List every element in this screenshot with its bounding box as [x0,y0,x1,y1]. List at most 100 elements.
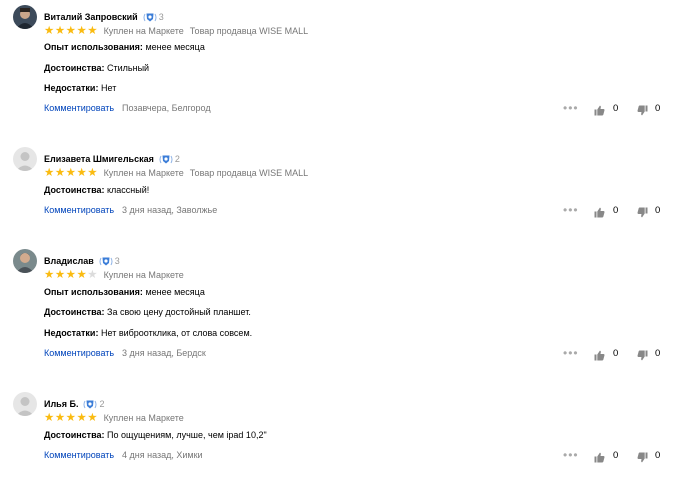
rating-stars: ★ ★ ★ ★ ★ [44,24,98,37]
purchase-source: Куплен на Маркете [103,26,184,36]
review-field: Достоинства: Стильный [44,63,149,73]
field-value: менее месяца [145,287,205,297]
review-field: Недостатки: Нет [44,83,116,93]
expert-badge-icon[interactable] [143,12,157,23]
review-date: 3 дня назад, Заволжье [122,205,218,215]
review-author: Илья Б. [44,399,79,409]
review-field: Недостатки: Нет виброотклика, от слова с… [44,328,252,338]
more-dots-icon[interactable]: ••• [563,102,579,114]
star-icon: ★ [54,166,66,179]
more-dots-icon[interactable]: ••• [563,347,579,359]
star-icon: ★ [87,24,98,37]
star-icon: ★ [44,411,55,424]
field-label: Недостатки: [44,328,99,338]
field-label: Достоинства: [44,63,105,73]
field-value: менее месяца [145,42,205,52]
comment-link[interactable]: Комментировать [44,103,114,113]
review-author: Владислав [44,256,94,266]
field-label: Недостатки: [44,83,99,93]
review-author: Виталий Запровский [44,12,138,22]
seller-info: Товар продавца WISE MALL [189,168,309,178]
thumb-up-icon[interactable] [594,450,605,468]
star-icon: ★ [76,166,87,179]
user-avatar[interactable] [13,5,37,29]
star-icon: ★ [65,166,76,179]
star-icon: ★ [76,411,87,424]
comment-link[interactable]: Комментировать [44,205,114,215]
expert-level: 2 [99,399,105,409]
comment-link[interactable]: Комментировать [44,450,114,460]
thumb-up-icon[interactable] [594,205,605,223]
more-dots-icon[interactable]: ••• [563,204,579,216]
review-date: Позавчера, Белгород [122,103,211,113]
dislike-count: 0 [655,205,661,216]
review-footer: Комментировать 3 дня назад, Заволжье •••… [0,204,680,218]
thumb-down-icon[interactable] [637,205,648,223]
field-value: За свою цену достойный планшет. [107,307,251,317]
star-icon: ★ [44,24,55,37]
review-field: Опыт использования: менее месяца [44,287,205,297]
expert-level: 2 [174,154,180,164]
review-date: 4 дня назад, Химки [122,450,203,460]
field-value: Стильный [107,63,150,73]
dislike-count: 0 [655,103,661,114]
star-icon: ★ [87,166,98,179]
field-label: Достоинства: [44,430,105,440]
field-label: Достоинства: [44,307,105,317]
review-date: 3 дня назад, Бердск [122,348,206,358]
thumb-down-icon[interactable] [637,450,648,468]
review-footer: Комментировать Позавчера, Белгород ••• 0… [0,102,680,116]
star-icon: ★ [65,411,76,424]
thumb-up-icon[interactable] [594,348,605,366]
expert-badge-icon[interactable] [99,256,113,267]
user-avatar[interactable] [13,249,37,273]
review-footer: Комментировать 4 дня назад, Химки ••• 0 … [0,449,680,463]
purchase-source: Куплен на Маркете [103,413,184,423]
review-field: Достоинства: За свою цену достойный план… [44,307,251,317]
field-label: Опыт использования: [44,287,143,297]
star-icon: ★ [54,411,66,424]
star-icon: ★ [44,268,55,281]
review-field: Достоинства: По ощущениям, лучше, чем ip… [44,430,267,440]
star-icon: ★ [54,24,66,37]
like-count: 0 [613,348,619,359]
thumb-up-icon[interactable] [594,103,605,121]
thumb-down-icon[interactable] [637,103,648,121]
like-count: 0 [613,103,619,114]
review-field: Опыт использования: менее месяца [44,42,205,52]
star-icon: ★ [87,411,98,424]
field-value: классный! [107,185,150,195]
thumb-down-icon[interactable] [637,348,648,366]
more-dots-icon[interactable]: ••• [563,449,579,461]
star-icon: ★ [65,268,76,281]
review-author: Елизавета Шмигельская [44,154,154,164]
comment-link[interactable]: Комментировать [44,348,114,358]
field-value: Нет виброотклика, от слова совсем. [100,328,253,338]
purchase-source: Куплен на Маркете [103,270,184,280]
seller-info: Товар продавца WISE MALL [189,26,309,36]
purchase-source: Куплен на Маркете [103,168,184,178]
star-icon: ★ [87,268,98,281]
expert-level: 3 [114,256,120,266]
star-icon: ★ [76,24,87,37]
expert-badge-icon[interactable] [83,399,97,410]
rating-stars: ★ ★ ★ ★ ★ [44,411,98,424]
star-icon: ★ [76,268,87,281]
field-label: Опыт использования: [44,42,143,52]
rating-stars: ★ ★ ★ ★ ★ [44,166,98,179]
dislike-count: 0 [655,450,661,461]
star-icon: ★ [54,268,66,281]
field-label: Достоинства: [44,185,105,195]
user-avatar[interactable] [13,392,37,416]
review-footer: Комментировать 3 дня назад, Бердск ••• 0… [0,347,680,361]
field-value: Нет [100,83,117,93]
review-field: Достоинства: классный! [44,185,149,195]
expert-level: 3 [158,12,164,22]
dislike-count: 0 [655,348,661,359]
field-value: По ощущениям, лучше, чем ipad 10,2" [107,430,267,440]
like-count: 0 [613,205,619,216]
star-icon: ★ [44,166,55,179]
like-count: 0 [613,450,619,461]
user-avatar[interactable] [13,147,37,171]
expert-badge-icon[interactable] [159,154,173,165]
